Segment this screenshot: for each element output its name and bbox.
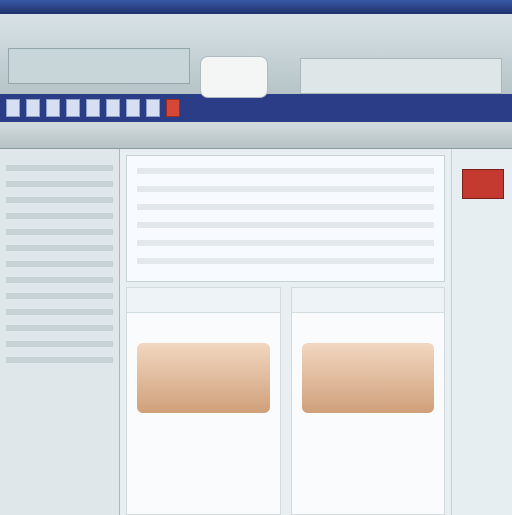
sidebar-line[interactable] bbox=[6, 341, 113, 347]
sidebar-line[interactable] bbox=[6, 181, 113, 187]
content bbox=[120, 149, 451, 515]
sidebar bbox=[0, 149, 120, 515]
sidebar-line[interactable] bbox=[6, 213, 113, 219]
sub-header bbox=[0, 122, 512, 149]
sidebar-line[interactable] bbox=[6, 197, 113, 203]
card-header bbox=[291, 288, 444, 313]
logo-badge bbox=[200, 56, 268, 98]
sidebar-line[interactable] bbox=[6, 229, 113, 235]
sidebar-line[interactable] bbox=[6, 165, 113, 171]
sidebar-line[interactable] bbox=[6, 261, 113, 267]
header bbox=[0, 14, 512, 98]
logo-area bbox=[8, 48, 190, 84]
paragraph-line bbox=[137, 240, 434, 246]
nav-item[interactable] bbox=[66, 99, 80, 117]
product-image[interactable] bbox=[301, 343, 434, 413]
product-card[interactable] bbox=[290, 287, 445, 515]
sidebar-line[interactable] bbox=[6, 325, 113, 331]
sidebar-line[interactable] bbox=[6, 293, 113, 299]
sidebar-line[interactable] bbox=[6, 357, 113, 363]
paragraph-line bbox=[137, 258, 434, 264]
main-area bbox=[0, 149, 512, 515]
sidebar-line[interactable] bbox=[6, 245, 113, 251]
paragraph-line bbox=[137, 168, 434, 174]
promo-box[interactable] bbox=[462, 169, 504, 199]
nav-item[interactable] bbox=[86, 99, 100, 117]
nav-item[interactable] bbox=[126, 99, 140, 117]
paragraph-line bbox=[137, 204, 434, 210]
nav-bar bbox=[0, 94, 512, 122]
paragraph-line bbox=[137, 222, 434, 228]
sidebar-line[interactable] bbox=[6, 277, 113, 283]
nav-item-highlight[interactable] bbox=[166, 99, 180, 117]
sidebar-line[interactable] bbox=[6, 309, 113, 315]
lower-section bbox=[126, 287, 445, 515]
product-image[interactable] bbox=[137, 343, 270, 413]
nav-item[interactable] bbox=[106, 99, 120, 117]
right-rail bbox=[451, 149, 512, 515]
intro-panel bbox=[126, 155, 445, 282]
top-banner bbox=[0, 0, 512, 14]
paragraph-line bbox=[137, 186, 434, 192]
nav-item[interactable] bbox=[26, 99, 40, 117]
card-header bbox=[127, 288, 280, 313]
nav-item[interactable] bbox=[46, 99, 60, 117]
nav-item[interactable] bbox=[146, 99, 160, 117]
nav-item[interactable] bbox=[6, 99, 20, 117]
header-right-panel bbox=[300, 58, 502, 94]
product-card[interactable] bbox=[126, 287, 281, 515]
